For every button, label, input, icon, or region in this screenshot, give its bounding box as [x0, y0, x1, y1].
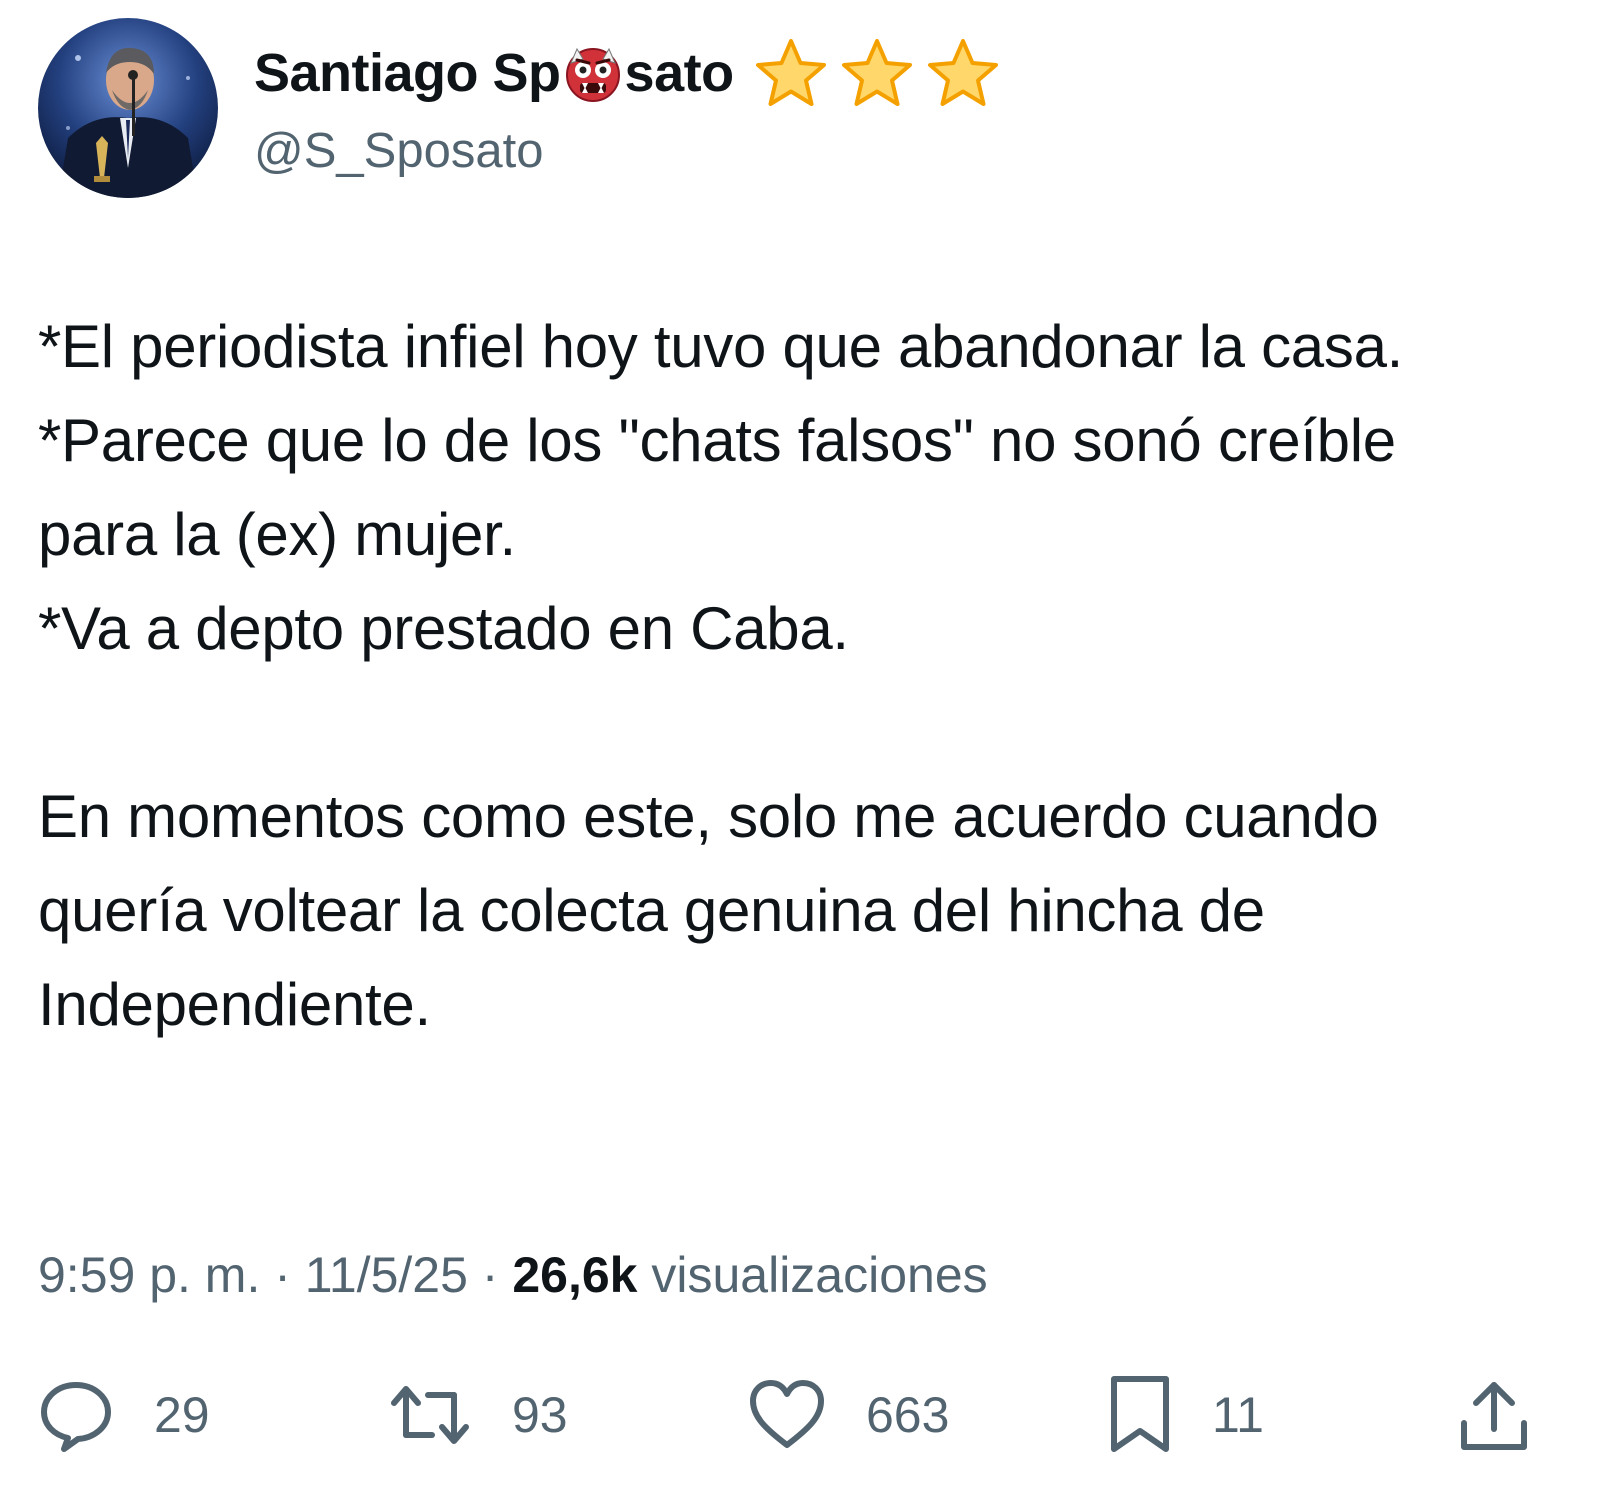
- like-count: 663: [866, 1387, 950, 1443]
- reply-count: 29: [154, 1387, 210, 1443]
- display-name-end: sato: [624, 43, 735, 103]
- tweet-actions-bar: 29 93 663 11: [38, 1370, 1538, 1460]
- avatar[interactable]: [38, 18, 218, 198]
- views-label: visualizaciones: [637, 1247, 988, 1303]
- retweet-icon: [391, 1386, 469, 1444]
- bookmark-button[interactable]: 11: [1108, 1370, 1264, 1460]
- heart-icon: [750, 1380, 824, 1448]
- star-icon: [841, 39, 912, 106]
- like-button[interactable]: 663: [748, 1370, 949, 1460]
- share-icon: [1461, 1382, 1527, 1450]
- tweet-text: *El periodista infiel hoy tuvo que aband…: [38, 313, 1404, 1038]
- tweet-time[interactable]: 9:59 p. m.: [38, 1247, 260, 1303]
- meta-separator: ·: [260, 1247, 305, 1303]
- reply-button[interactable]: 29: [38, 1370, 210, 1460]
- star-icon: [755, 39, 826, 106]
- bookmark-count: 11: [1212, 1387, 1264, 1443]
- ogre-face-icon: [565, 47, 620, 102]
- reply-icon: [41, 1382, 111, 1452]
- star-icon: [927, 39, 998, 106]
- retweet-button[interactable]: 93: [388, 1370, 568, 1460]
- display-name[interactable]: Santiago Sp sato: [254, 37, 1010, 109]
- retweet-count: 93: [512, 1387, 568, 1443]
- display-name-start: Santiago Sp: [254, 43, 561, 103]
- meta-separator: ·: [467, 1247, 513, 1303]
- share-button[interactable]: [1458, 1370, 1530, 1460]
- views-count[interactable]: 26,6k: [512, 1247, 637, 1303]
- tweet-header: Santiago Sp sato @S_Sposato: [38, 18, 1010, 198]
- user-handle[interactable]: @S_Sposato: [254, 122, 1010, 180]
- star-badges: [752, 37, 1010, 109]
- tweet-meta: 9:59 p. m. · 11/5/25 · 26,6k visualizaci…: [38, 1242, 988, 1308]
- bookmark-icon: [1111, 1376, 1169, 1452]
- profile-photo-avatar: [38, 18, 218, 198]
- tweet-date[interactable]: 11/5/25: [305, 1247, 468, 1303]
